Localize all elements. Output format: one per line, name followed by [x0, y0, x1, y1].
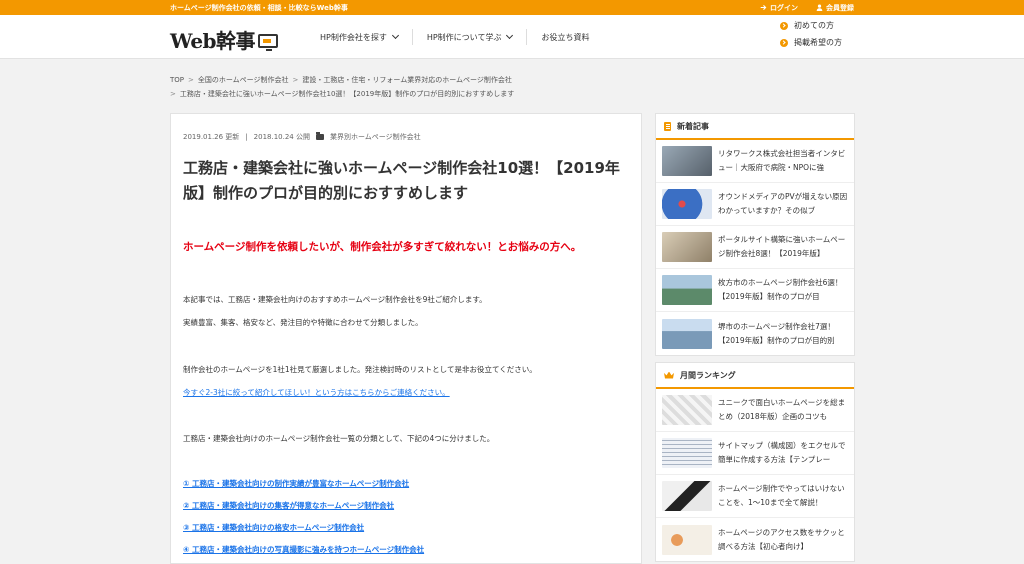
- nav-learn[interactable]: HP制作について学ぶ: [413, 29, 528, 45]
- new-articles-title: 新着記事: [677, 121, 709, 131]
- arrow-circle-icon: [780, 21, 788, 30]
- toc-item[interactable]: ③ 工務店・建築会社向けの格安ホームページ制作会社: [183, 522, 629, 533]
- list-item-text: サイトマップ（構成図）をエクセルで簡単に作成する方法【テンプレー: [718, 441, 846, 464]
- article-thumbnail: [662, 275, 712, 305]
- document-icon: [664, 121, 671, 131]
- published-date: 2018.10.24 公開: [253, 133, 310, 141]
- list-item-text: ホームページのアクセス数をサクッと調べる方法【初心者向け】: [718, 527, 845, 551]
- monthly-ranking-widget: 月間ランキング ユニークで面白いホームページを総まとめ（2018年版）企画のコツ…: [655, 362, 855, 562]
- breadcrumb-construction[interactable]: 建設・工務店・住宅・リフォーム業界対応のホームページ制作会社: [302, 76, 511, 84]
- paragraph-classification: 実績豊富、集客、格安など、発注目的や特徴に合わせて分類しました。: [183, 318, 423, 327]
- article-title: 工務店・建築会社に強いホームページ制作会社10選！【2019年版】制作のプロが目…: [183, 159, 620, 202]
- article-meta: 2019.01.26 更新 | 2018.10.24 公開 業界別ホームページ制…: [183, 132, 421, 142]
- article: 2019.01.26 更新 | 2018.10.24 公開 業界別ホームページ制…: [170, 113, 642, 564]
- toc-item[interactable]: ② 工務店・建築会社向けの集客が得意なホームページ制作会社: [183, 500, 629, 511]
- breadcrumb-top[interactable]: TOP: [170, 76, 184, 84]
- nav-find-companies-label: HP制作会社を探す: [320, 32, 387, 42]
- chevron-down-icon: [506, 31, 514, 40]
- nav-resources-label: お役立ち資料: [541, 32, 590, 42]
- site-tagline: ホームページ制作会社の依頼・相談・比較ならWeb幹事: [170, 3, 348, 12]
- user-icon: [816, 4, 823, 11]
- new-articles-widget: 新着記事 リタワークス株式会社担当者インタビュー｜大阪府で病院・NPOに強 オウ…: [655, 113, 855, 356]
- list-item[interactable]: オウンドメディアのPVが増えない原因わかっていますか？その似ブ: [656, 183, 854, 226]
- crown-icon: [664, 371, 674, 379]
- top-account-links: ログイン 会員登録: [760, 3, 854, 13]
- updated-date: 2019.01.26 更新: [183, 133, 240, 141]
- article-thumbnail: [662, 481, 712, 511]
- register-label: 会員登録: [826, 3, 854, 12]
- paragraph-selection: 制作会社のホームページを1社1社見て厳選しました。発注検討時のリストとして是非お…: [183, 365, 537, 374]
- list-item-text: オウンドメディアのPVが増えない原因わかっていますか？その似ブ: [718, 192, 848, 215]
- global-nav: HP制作会社を探す HP制作について学ぶ お役立ち資料: [306, 15, 603, 59]
- contact-cta-link[interactable]: 今すぐ2-3社に絞って紹介してほしい！という方はこちらからご連絡ください。: [183, 388, 450, 397]
- toc-item[interactable]: ① 工務店・建築会社向けの制作実績が豊富なホームページ制作会社: [183, 478, 629, 489]
- register-link[interactable]: 会員登録: [816, 3, 854, 13]
- monitor-icon: [258, 33, 279, 51]
- arrow-circle-icon: [780, 38, 788, 47]
- article-thumbnail: [662, 318, 712, 349]
- list-item[interactable]: リタワークス株式会社担当者インタビュー｜大阪府で病院・NPOに強: [656, 140, 854, 183]
- list-item-text: 枚方市のホームページ制作会社6選！【2019年版】制作のプロが目: [718, 278, 843, 301]
- article-thumbnail: [662, 438, 712, 468]
- new-articles-heading: 新着記事: [656, 114, 854, 140]
- ranking-title: 月間ランキング: [680, 370, 736, 380]
- article-thumbnail: [662, 395, 712, 425]
- header-links: 初めての方 掲載希望の方: [780, 20, 842, 48]
- list-item-text: ホームページ制作でやってはいけないことを、1〜10まで全て解説！: [718, 484, 845, 507]
- login-label: ログイン: [770, 3, 798, 12]
- list-item-text: リタワークス株式会社担当者インタビュー｜大阪府で病院・NPOに強: [718, 149, 846, 172]
- list-item[interactable]: 枚方市のホームページ制作会社6選！【2019年版】制作のプロが目: [656, 269, 854, 312]
- article-lead: ホームページ制作を依頼したいが、制作会社が多すぎて絞れない！とお悩みの方へ。: [183, 241, 582, 253]
- folder-icon: [315, 132, 324, 140]
- toc-item[interactable]: ④ 工務店・建築会社向けの写真撮影に強みを持つホームページ制作会社: [183, 544, 629, 555]
- article-thumbnail: [662, 232, 712, 262]
- breadcrumb: TOP > 全国のホームページ制作会社 > 建設・工務店・住宅・リフォーム業界対応のホー…: [170, 76, 515, 98]
- site-logo[interactable]: Web幹事: [170, 25, 279, 54]
- article-thumbnail: [662, 146, 712, 176]
- logo-text: Web幹事: [170, 29, 256, 53]
- login-icon: [760, 5, 767, 10]
- breadcrumb-current: 工務店・建築会社に強いホームページ制作会社10選！【2019年版】制作のプロが目…: [179, 90, 515, 98]
- list-item[interactable]: ホームページ制作でやってはいけないことを、1〜10まで全て解説！: [656, 475, 854, 518]
- list-item[interactable]: 堺市のホームページ制作会社7選！【2019年版】制作のプロが目的別: [656, 312, 854, 355]
- breadcrumb-national[interactable]: 全国のホームページ制作会社: [198, 76, 289, 84]
- top-bar: ホームページ制作会社の依頼・相談・比較ならWeb幹事 ログイン 会員登録: [0, 0, 1024, 15]
- nav-learn-label: HP制作について学ぶ: [426, 32, 502, 42]
- list-item-text: 堺市のホームページ制作会社7選！【2019年版】制作のプロが目的別: [718, 321, 835, 345]
- site-header: Web幹事 HP制作会社を探す HP制作について学ぶ お役立ち資料 初めての方 …: [0, 15, 1024, 59]
- login-link[interactable]: ログイン: [760, 3, 798, 13]
- list-item-text: ユニークで面白いホームページを総まとめ（2018年版）企画のコツも: [718, 398, 846, 421]
- first-time-link[interactable]: 初めての方: [780, 20, 842, 31]
- list-item[interactable]: ユニークで面白いホームページを総まとめ（2018年版）企画のコツも: [656, 389, 854, 432]
- listing-request-link[interactable]: 掲載希望の方: [780, 37, 842, 48]
- list-item-text: ポータルサイト構築に強いホームページ制作会社8選！【2019年版】: [718, 235, 846, 258]
- list-item[interactable]: ホームページのアクセス数をサクッと調べる方法【初心者向け】: [656, 518, 854, 561]
- chevron-down-icon: [391, 31, 399, 40]
- nav-resources[interactable]: お役立ち資料: [527, 29, 603, 45]
- paragraph-categories: 工務店・建築会社向けのホームページ制作会社一覧の分類として、下記の4つに分けまし…: [183, 434, 495, 443]
- listing-request-label: 掲載希望の方: [794, 38, 842, 47]
- article-thumbnail: [662, 524, 712, 555]
- nav-find-companies[interactable]: HP制作会社を探す: [306, 29, 413, 45]
- table-of-contents: ① 工務店・建築会社向けの制作実績が豊富なホームページ制作会社 ② 工務店・建築…: [183, 478, 629, 555]
- paragraph-intro: 本記事では、工務店・建築会社向けのおすすめホームページ制作会社を9社ご紹介します…: [183, 295, 487, 304]
- ranking-heading: 月間ランキング: [656, 363, 854, 389]
- list-item[interactable]: サイトマップ（構成図）をエクセルで簡単に作成する方法【テンプレー: [656, 432, 854, 475]
- list-item[interactable]: ポータルサイト構築に強いホームページ制作会社8選！【2019年版】: [656, 226, 854, 269]
- article-thumbnail: [662, 189, 712, 219]
- first-time-label: 初めての方: [794, 21, 834, 30]
- category-link[interactable]: 業界別ホームページ制作会社: [330, 132, 421, 142]
